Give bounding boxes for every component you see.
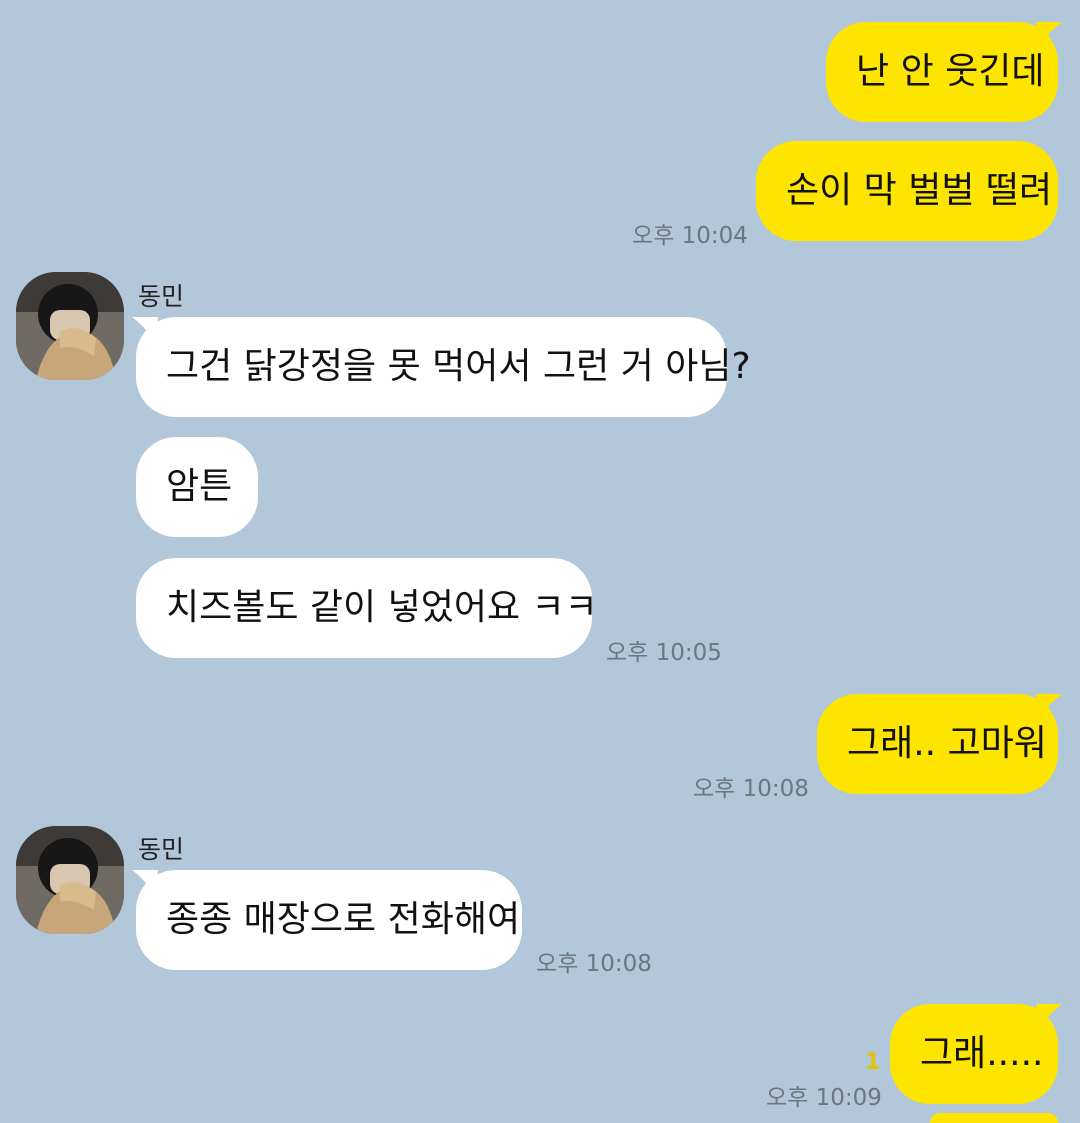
message-text: 손이 막 벌벌 떨려 [786,170,1053,211]
received-message-bubble[interactable]: 치즈볼도 같이 넣었어요 ㅋㅋ [136,558,598,658]
received-message-bubble[interactable]: 암튼 [136,437,258,537]
avatar[interactable] [16,826,124,934]
my-message-bubble[interactable]: 그래..... [890,1004,1058,1104]
message-text: 그래.. 고마워 [847,723,1047,764]
message-text: 그래..... [920,1033,1044,1074]
sender-name: 동민 [138,835,185,864]
my-message-bubble-partial [930,1113,1058,1123]
message-text: 암튼 [166,466,233,507]
received-message-bubble[interactable]: 그건 닭강정을 못 먹어서 그런 거 아님? [136,317,751,417]
unread-count: 1 [865,1050,881,1075]
received-message-bubble[interactable]: 종종 매장으로 전화해여 [136,870,522,970]
profile-photo [16,272,124,380]
my-message-bubble[interactable]: 그래.. 고마워 [817,694,1058,794]
my-message-bubble[interactable]: 손이 막 벌벌 떨려 [756,141,1058,241]
my-message-bubble[interactable]: 난 안 웃긴데 [826,22,1058,122]
message-text: 그건 닭강정을 못 먹어서 그런 거 아님? [166,346,751,387]
message-timestamp: 오후 10:08 [693,776,809,802]
message-timestamp: 오후 10:05 [606,640,722,666]
avatar[interactable] [16,272,124,380]
sender-name: 동민 [138,282,185,311]
message-timestamp: 오후 10:04 [632,223,748,249]
profile-photo [16,826,124,934]
message-text: 종종 매장으로 전화해여 [166,899,521,940]
message-timestamp: 오후 10:08 [536,951,652,977]
message-timestamp: 오후 10:09 [766,1085,882,1111]
message-text: 치즈볼도 같이 넣었어요 ㅋㅋ [166,587,598,628]
message-text: 난 안 웃긴데 [856,51,1045,92]
